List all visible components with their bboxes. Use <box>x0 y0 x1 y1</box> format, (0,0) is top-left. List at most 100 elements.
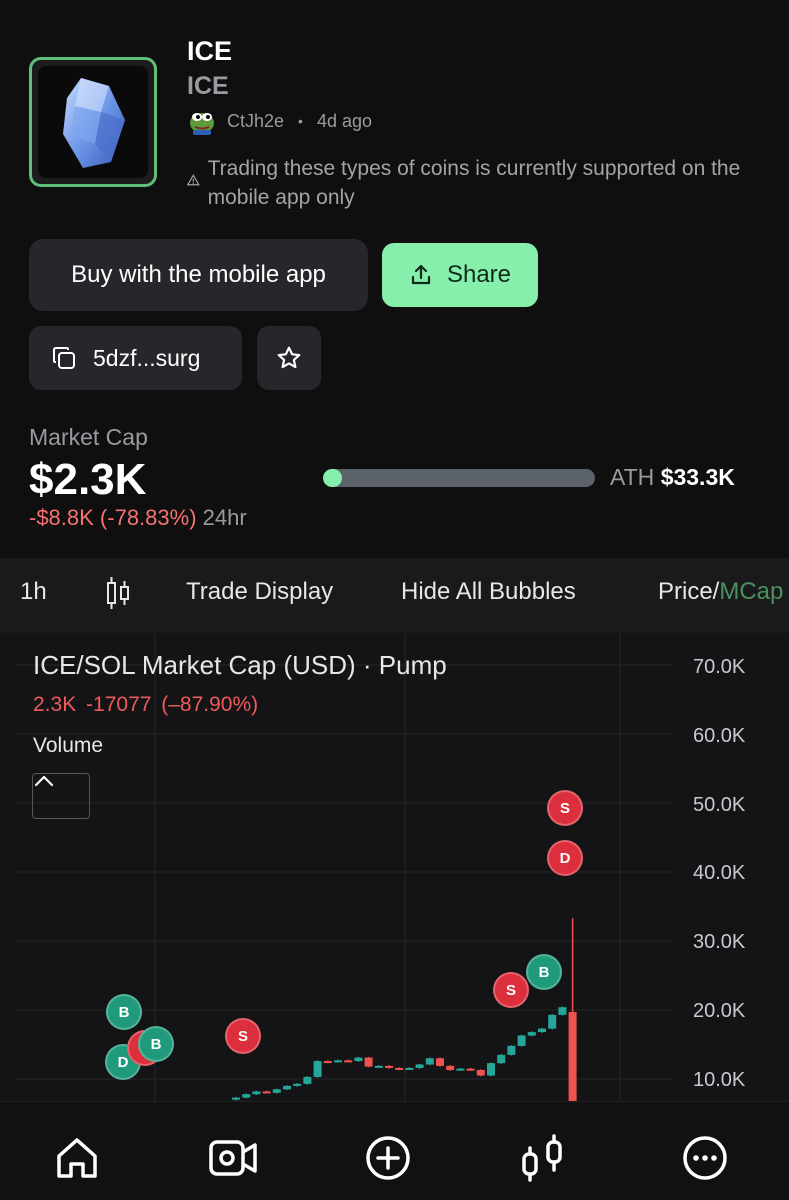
candle-body[interactable] <box>436 1058 444 1066</box>
candle-body[interactable] <box>405 1067 414 1070</box>
candle-body[interactable] <box>385 1065 393 1068</box>
candle-body[interactable] <box>548 1014 557 1029</box>
y-tick-label: 60.0K <box>693 725 746 747</box>
candle-body[interactable] <box>558 1007 567 1015</box>
more-icon[interactable] <box>681 1134 729 1182</box>
y-tick-label: 30.0K <box>693 931 746 953</box>
mcap-label: MCap <box>719 578 784 605</box>
candle-body[interactable] <box>283 1085 291 1090</box>
y-tick-label: 20.0K <box>693 1000 746 1022</box>
warning-icon <box>187 174 200 186</box>
collapse-indicators-button[interactable] <box>32 773 90 819</box>
favorite-button[interactable] <box>257 326 321 390</box>
token-symbol: ICE <box>187 72 229 100</box>
candle-body[interactable] <box>293 1083 302 1086</box>
buy-mobile-app-button[interactable]: Buy with the mobile app <box>29 239 368 311</box>
trade-bubble-buy[interactable]: B <box>138 1026 174 1062</box>
candle-body[interactable] <box>344 1060 353 1063</box>
trade-bubble-buy[interactable]: B <box>106 994 142 1030</box>
share-icon <box>411 264 431 285</box>
token-age: 4d ago <box>316 110 373 131</box>
price-label: Price/ <box>658 578 720 605</box>
copy-icon <box>53 347 75 369</box>
share-button[interactable]: Share <box>382 243 538 307</box>
chart-toolbar: 1h Trade Display Hide All Bubbles Price/… <box>0 558 789 633</box>
price-mcap-toggle[interactable]: Price/MCap <box>658 578 783 606</box>
market-cap-value: $2.3K <box>29 455 147 504</box>
star-icon <box>277 346 301 369</box>
candle-body[interactable] <box>568 1012 577 1101</box>
candle-body[interactable] <box>497 1054 506 1064</box>
y-tick-label: 50.0K <box>693 794 746 816</box>
market-cap-change: -$8.8K (-78.83%) 24hr <box>29 505 247 531</box>
y-tick-label: 40.0K <box>693 862 746 884</box>
warning-text: Trading these types of coins is currentl… <box>207 157 741 209</box>
candle-body[interactable] <box>262 1091 271 1094</box>
buy-button-label: Buy with the mobile app <box>71 261 326 288</box>
trade-display-toggle[interactable]: Trade Display <box>186 578 333 606</box>
trade-bubble-sell[interactable]: S <box>225 1018 261 1054</box>
candle-body[interactable] <box>272 1089 281 1093</box>
trade-bubble-sell[interactable]: S <box>547 790 583 826</box>
mobile-only-warning: Trading these types of coins is currentl… <box>187 154 747 212</box>
creator-avatar-icon[interactable] <box>187 106 217 136</box>
change-period: 24hr <box>202 505 247 530</box>
candles-icon[interactable] <box>104 577 132 609</box>
bottom-navigation <box>0 1101 789 1200</box>
candle-body[interactable] <box>446 1065 455 1071</box>
token-image <box>29 57 157 187</box>
creator-row[interactable]: CtJh2e • 4d ago <box>187 106 372 136</box>
candle-body[interactable] <box>487 1063 495 1076</box>
ath-progress-fill <box>323 469 343 487</box>
candle-body[interactable] <box>232 1097 240 1100</box>
candle-body[interactable] <box>507 1045 516 1055</box>
ath-progress-bar <box>323 469 595 487</box>
candle-body[interactable] <box>354 1057 363 1062</box>
ath-value: $33.3K <box>660 464 735 490</box>
candle-body[interactable] <box>517 1035 526 1046</box>
chevron-up-icon <box>34 775 54 787</box>
market-cap-label: Market Cap <box>29 424 148 450</box>
hide-bubbles-toggle[interactable]: Hide All Bubbles <box>401 578 576 606</box>
candle-body[interactable] <box>313 1061 322 1077</box>
share-button-label: Share <box>446 261 512 288</box>
y-tick-label: 10.0K <box>693 1069 746 1091</box>
price-chart[interactable]: ICE/SOL Market Cap (USD) · Pump 2.3K -17… <box>0 633 789 1101</box>
trade-bubble-dev[interactable]: D <box>547 840 583 876</box>
candle-body[interactable] <box>374 1065 383 1068</box>
candle-body[interactable] <box>476 1070 485 1076</box>
candle-body[interactable] <box>527 1032 536 1036</box>
candle-body[interactable] <box>456 1068 465 1071</box>
chart-ohlc-summary: 2.3K -17077 (–87.90%) <box>33 693 259 716</box>
chart-title: ICE/SOL Market Cap (USD) · Pump <box>33 650 447 680</box>
candle-body[interactable] <box>303 1076 312 1084</box>
candle-body[interactable] <box>252 1091 261 1095</box>
video-icon[interactable] <box>208 1134 258 1182</box>
ath-label: ATH <box>610 464 655 490</box>
chart-candles-icon[interactable] <box>520 1134 566 1182</box>
candle-body[interactable] <box>425 1058 434 1065</box>
interval-selector[interactable]: 1h <box>20 578 47 606</box>
volume-label: Volume <box>33 734 104 757</box>
token-name: ICE <box>187 36 233 66</box>
candle-body[interactable] <box>538 1028 546 1033</box>
home-icon[interactable] <box>53 1134 101 1182</box>
candle-body[interactable] <box>242 1094 251 1098</box>
candle-body[interactable] <box>415 1064 424 1068</box>
contract-address: 5dzf...surg <box>93 344 201 371</box>
ath-display: ATH $33.3K <box>610 464 735 491</box>
copy-contract-button[interactable]: 5dzf...surg <box>29 326 242 390</box>
plus-circle-icon[interactable] <box>364 1134 412 1182</box>
candle-body[interactable] <box>466 1068 475 1071</box>
candle-body[interactable] <box>395 1067 404 1070</box>
change-value: -$8.8K (-78.83%) <box>29 505 197 530</box>
candle-body[interactable] <box>323 1061 332 1064</box>
trade-bubble-sell[interactable]: S <box>493 972 529 1008</box>
trade-bubble-buy[interactable]: B <box>526 954 562 990</box>
candle-body[interactable] <box>334 1060 342 1063</box>
candle-body[interactable] <box>364 1057 373 1067</box>
y-tick-label: 70.0K <box>693 656 746 678</box>
separator: • <box>298 113 303 129</box>
creator-name[interactable]: CtJh2e <box>227 111 284 132</box>
ice-crystal-icon <box>63 78 125 168</box>
